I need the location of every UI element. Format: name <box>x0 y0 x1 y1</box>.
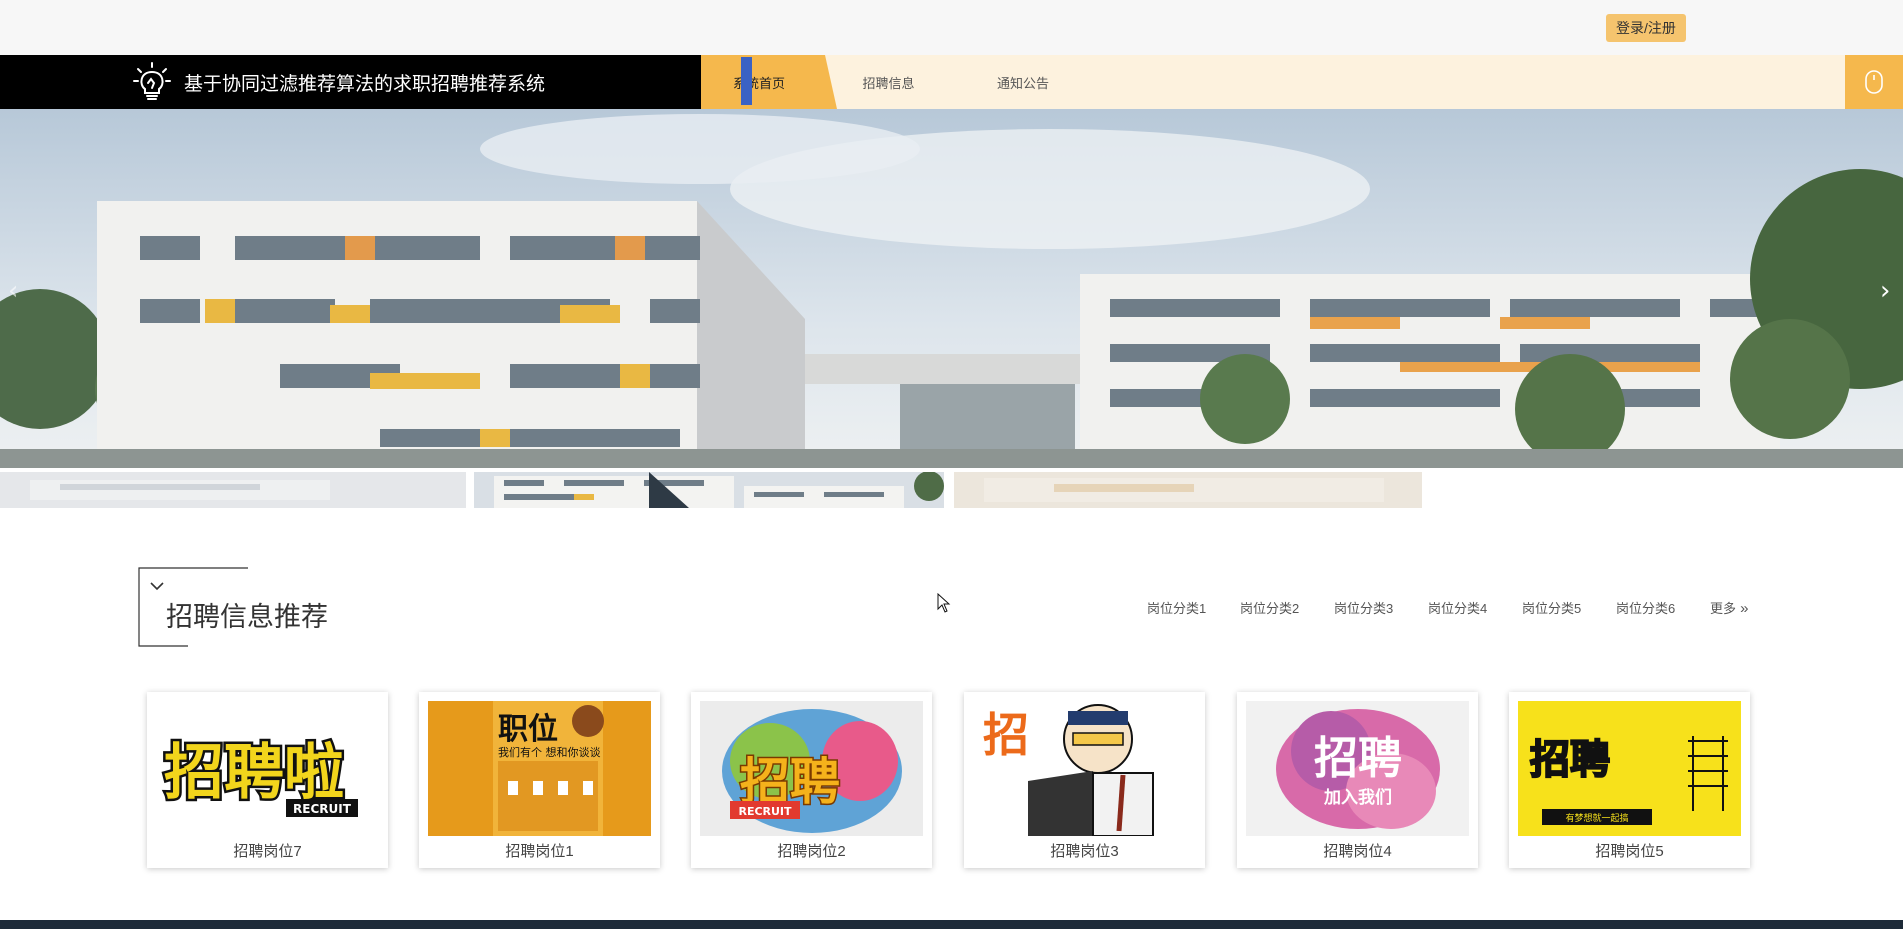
poster-sub: 有梦想就一起搞 <box>1565 812 1628 824</box>
poster-title: 招 <box>983 708 1029 762</box>
category-2[interactable]: 岗位分类2 <box>1240 598 1299 617</box>
poster-title: 职位 <box>498 712 558 747</box>
os-taskbar <box>0 920 1903 929</box>
job-card[interactable]: 招 招聘岗位3 <box>964 692 1205 868</box>
tab-job-info[interactable]: 招聘信息 <box>837 55 940 109</box>
category-1[interactable]: 岗位分类1 <box>1147 598 1206 617</box>
site-title: 基于协同过滤推荐算法的求职招聘推荐系统 <box>184 74 546 95</box>
brand[interactable]: 基于协同过滤推荐算法的求职招聘推荐系统 <box>0 55 701 109</box>
banner-thumb-1[interactable] <box>0 472 466 508</box>
tab-announcements[interactable]: 通知公告 <box>970 55 1076 109</box>
job-card[interactable]: 招聘 有梦想就一起搞 招聘岗位5 <box>1509 692 1750 868</box>
active-tab-slant <box>817 55 837 109</box>
tab-home[interactable]: 系统首页 <box>701 55 817 109</box>
job-title: 招聘岗位1 <box>505 843 574 860</box>
more-label: 更多 <box>1710 601 1737 616</box>
mouse-cursor-icon <box>937 593 951 613</box>
poster-title: 招聘 <box>1314 733 1402 784</box>
banner-image: › ‹ <box>0 109 1903 468</box>
category-4[interactable]: 岗位分类4 <box>1428 598 1487 617</box>
job-title: 招聘岗位4 <box>1323 843 1392 860</box>
login-register-button[interactable]: 登录/注册 <box>1606 14 1686 42</box>
category-5[interactable]: 岗位分类5 <box>1522 598 1581 617</box>
poster-sub: 加入我们 <box>1323 787 1392 808</box>
mouse-icon <box>1865 70 1883 94</box>
job-title: 招聘岗位3 <box>1050 843 1119 860</box>
category-6[interactable]: 岗位分类6 <box>1616 598 1675 617</box>
poster-sub: RECRUIT <box>738 805 792 818</box>
job-title: 招聘岗位7 <box>233 843 302 860</box>
banner-thumb-3[interactable] <box>954 472 1422 508</box>
user-menu-button[interactable] <box>1845 55 1903 109</box>
hero-banner[interactable]: › ‹ <box>0 109 1903 468</box>
job-title: 招聘岗位2 <box>777 843 846 860</box>
poster-title: 招聘 <box>1530 737 1610 783</box>
category-3[interactable]: 岗位分类3 <box>1334 598 1393 617</box>
job-poster: 招聘 有梦想就一起搞 <box>1518 701 1741 836</box>
job-card[interactable]: 招聘 加入我们 招聘岗位4 <box>1237 692 1478 868</box>
main-nav: 基于协同过滤推荐算法的求职招聘推荐系统 系统首页 招聘信息 通知公告 <box>0 55 1903 109</box>
banner-thumb-2[interactable] <box>474 472 944 508</box>
prev-slide-icon: ‹ <box>8 276 18 306</box>
job-poster: 招聘啦 RECRUIT <box>156 701 379 836</box>
top-bar: 登录/注册 <box>0 0 1903 55</box>
poster-title: 招聘啦 <box>164 738 344 808</box>
next-slide-icon: › <box>1880 276 1890 306</box>
job-poster: 职位 我们有个 想和你谈谈 <box>428 701 651 836</box>
double-chevron-right-icon: » <box>1736 600 1749 617</box>
more-link[interactable]: 更多 » <box>1710 598 1749 617</box>
job-card[interactable]: 招聘啦 RECRUIT 招聘岗位7 <box>147 692 388 868</box>
job-poster: 招聘 加入我们 <box>1246 701 1469 836</box>
poster-sub: 我们有个 想和你谈谈 <box>498 745 601 759</box>
lightbulb-icon <box>133 62 171 100</box>
active-tab-marker <box>741 57 752 105</box>
poster-sub: RECRUIT <box>293 802 352 816</box>
job-title: 招聘岗位5 <box>1595 843 1664 860</box>
section-title: 招聘信息推荐 <box>166 602 328 632</box>
job-poster: 招聘 RECRUIT <box>700 701 923 836</box>
job-card[interactable]: 职位 我们有个 想和你谈谈 招聘岗位1 <box>419 692 660 868</box>
job-poster: 招 <box>973 701 1196 836</box>
banner-thumbnails <box>0 472 1422 508</box>
job-card[interactable]: 招聘 RECRUIT 招聘岗位2 <box>691 692 932 868</box>
